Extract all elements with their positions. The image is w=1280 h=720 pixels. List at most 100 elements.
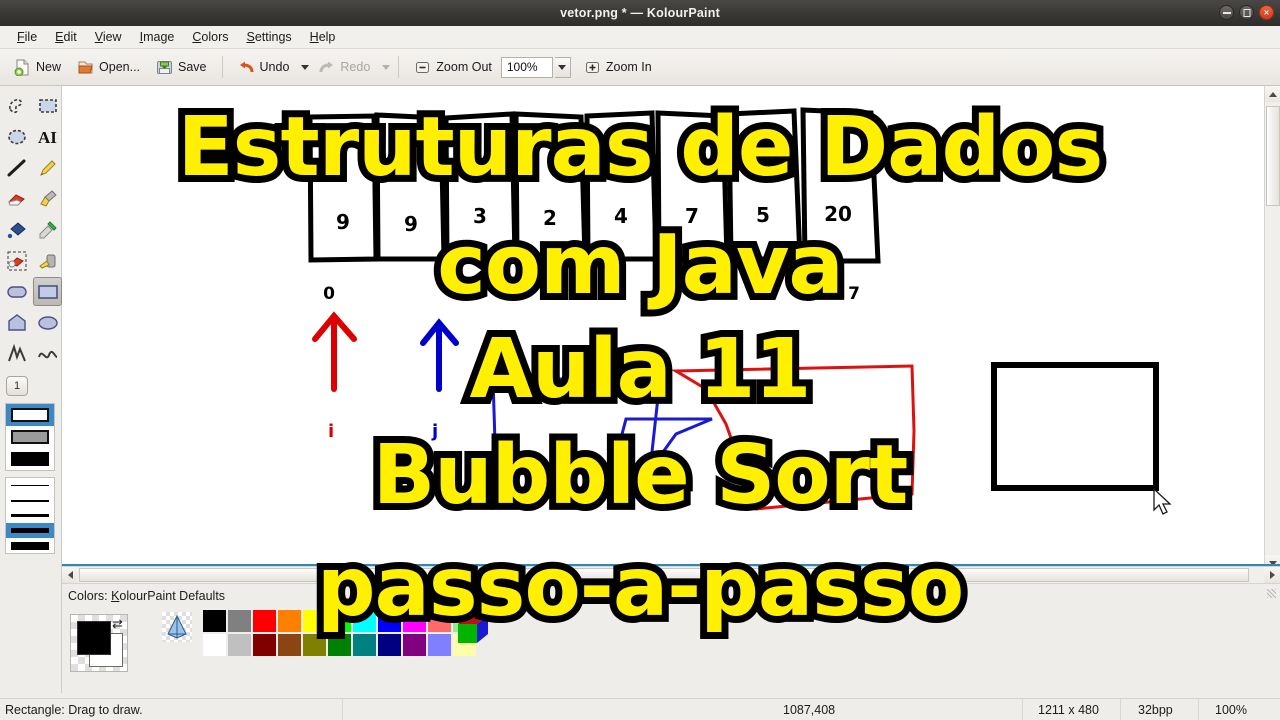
palette-swatch[interactable] [352, 633, 377, 657]
tool-color-washer[interactable] [2, 246, 31, 275]
brush-size-indicator[interactable]: 1 [6, 376, 28, 396]
canvas-drawing: 9 9 3 2 4 7 5 20 0 7 i j [307, 107, 1172, 515]
tool-rectangle-select[interactable] [33, 91, 62, 120]
tool-brush[interactable] [33, 184, 62, 213]
svg-text:2: 2 [543, 206, 557, 230]
palette-swatch[interactable] [377, 609, 402, 633]
menu-image-rest: mage [143, 30, 175, 44]
save-button[interactable]: Save [149, 56, 214, 79]
dual-color-selector[interactable]: ⇄ [70, 614, 128, 672]
line-width-8[interactable] [6, 538, 54, 553]
toolbar-separator-2 [398, 56, 400, 78]
line-width-5[interactable] [6, 523, 54, 538]
canvas-vertical-scrollbar[interactable] [1264, 86, 1280, 571]
tool-curve[interactable] [33, 339, 62, 368]
undo-dropdown-arrow[interactable] [301, 64, 310, 70]
tool-text[interactable]: AI [33, 122, 62, 151]
tool-eraser[interactable] [2, 184, 31, 213]
fill-style-filled[interactable] [6, 448, 54, 470]
transparent-color-swatch[interactable] [162, 612, 192, 642]
zoom-level-dropdown[interactable] [554, 56, 571, 78]
palette-swatch[interactable] [327, 609, 352, 633]
maximize-button[interactable] [1239, 5, 1254, 20]
palette-swatch[interactable] [327, 633, 352, 657]
open-button[interactable]: Open... [70, 56, 147, 79]
palette-swatch[interactable] [427, 609, 452, 633]
status-zoom-level: 100% [1215, 703, 1247, 717]
palette-swatch[interactable] [402, 609, 427, 633]
close-button[interactable]: × [1259, 5, 1274, 20]
palette-swatch[interactable] [202, 609, 227, 633]
menu-view[interactable]: View [86, 27, 131, 47]
image-canvas[interactable]: 9 9 3 2 4 7 5 20 0 7 i j [66, 89, 1262, 567]
palette-swatch[interactable] [302, 633, 327, 657]
scroll-left-button[interactable] [62, 567, 78, 583]
palette-swatch[interactable] [352, 609, 377, 633]
tool-elliptical-select[interactable] [2, 122, 31, 151]
tool-polygon[interactable] [2, 308, 31, 337]
tool-rectangle[interactable] [33, 277, 62, 306]
menu-colors[interactable]: Colors [183, 27, 237, 47]
kolourpaint-window: vetor.png * — KolourPaint × File Edit Vi… [0, 0, 1280, 720]
tool-flood-fill[interactable] [2, 215, 31, 244]
line-width-3[interactable] [6, 508, 54, 523]
palette-swatch[interactable] [252, 609, 277, 633]
color-cube-icon[interactable] [455, 612, 491, 646]
swap-colors-icon[interactable]: ⇄ [112, 616, 123, 632]
undo-arrow-icon [238, 59, 255, 76]
svg-text:4: 4 [614, 204, 628, 228]
palette-swatch[interactable] [277, 609, 302, 633]
undo-button[interactable]: Undo [231, 56, 297, 79]
vertical-scroll-thumb[interactable] [1266, 106, 1280, 206]
palette-swatch[interactable] [377, 633, 402, 657]
tool-pen[interactable] [33, 153, 62, 182]
status-message: Rectangle: Drag to draw. [5, 703, 143, 717]
canvas-horizontal-scrollbar[interactable] [62, 566, 1280, 583]
tool-free-form-select[interactable] [2, 91, 31, 120]
new-button[interactable]: New [7, 56, 68, 79]
palette-swatch[interactable] [427, 633, 452, 657]
scroll-up-button[interactable] [1265, 86, 1280, 102]
palette-swatch[interactable] [277, 633, 302, 657]
tool-color-picker[interactable] [33, 215, 62, 244]
foreground-color-swatch[interactable] [77, 621, 111, 655]
palette-swatch[interactable] [202, 633, 227, 657]
status-image-dimensions: 1211 x 480 [1038, 703, 1099, 717]
menu-settings[interactable]: Settings [237, 27, 300, 47]
svg-text:7: 7 [685, 204, 699, 228]
horizontal-scroll-thumb[interactable] [79, 568, 1249, 582]
tool-ellipse[interactable] [33, 308, 62, 337]
menu-edit[interactable]: Edit [46, 27, 86, 47]
window-controls: × [1219, 5, 1274, 20]
palette-swatch[interactable] [252, 633, 277, 657]
zoom-out-button[interactable]: Zoom Out [407, 56, 499, 79]
scroll-right-button[interactable] [1264, 567, 1280, 583]
menu-help[interactable]: Help [301, 27, 345, 47]
fill-style-outline-fill[interactable] [6, 426, 54, 448]
tool-polyline[interactable] [2, 339, 31, 368]
palette-swatch[interactable] [302, 609, 327, 633]
status-separator-1 [342, 699, 343, 720]
menu-file[interactable]: File [8, 27, 46, 47]
menu-image[interactable]: Image [131, 27, 184, 47]
palette-swatch[interactable] [402, 633, 427, 657]
minimize-button[interactable] [1219, 5, 1234, 20]
color-palette[interactable] [202, 609, 477, 657]
palette-swatch[interactable] [227, 609, 252, 633]
new-document-icon [14, 59, 31, 76]
tool-line[interactable] [2, 153, 31, 182]
redo-button-label: Redo [340, 60, 371, 74]
zoom-level-input[interactable]: 100% [500, 56, 553, 78]
line-width-2[interactable] [6, 493, 54, 508]
main-toolbar: New Open... Save Undo Redo Zoom Out 100%… [0, 49, 1280, 86]
status-bar: Rectangle: Drag to draw. 1087,408 1211 x… [0, 698, 1280, 720]
palette-swatch[interactable] [227, 633, 252, 657]
canvas-area[interactable]: 9 9 3 2 4 7 5 20 0 7 i j [62, 86, 1280, 571]
tool-spraycan[interactable] [33, 246, 62, 275]
zoom-in-button[interactable]: Zoom In [577, 56, 659, 79]
redo-button: Redo [311, 56, 377, 79]
tool-rounded-rectangle[interactable] [2, 277, 31, 306]
zoom-in-icon [584, 59, 601, 76]
fill-style-outline[interactable] [6, 404, 54, 426]
line-width-1[interactable] [6, 478, 54, 493]
